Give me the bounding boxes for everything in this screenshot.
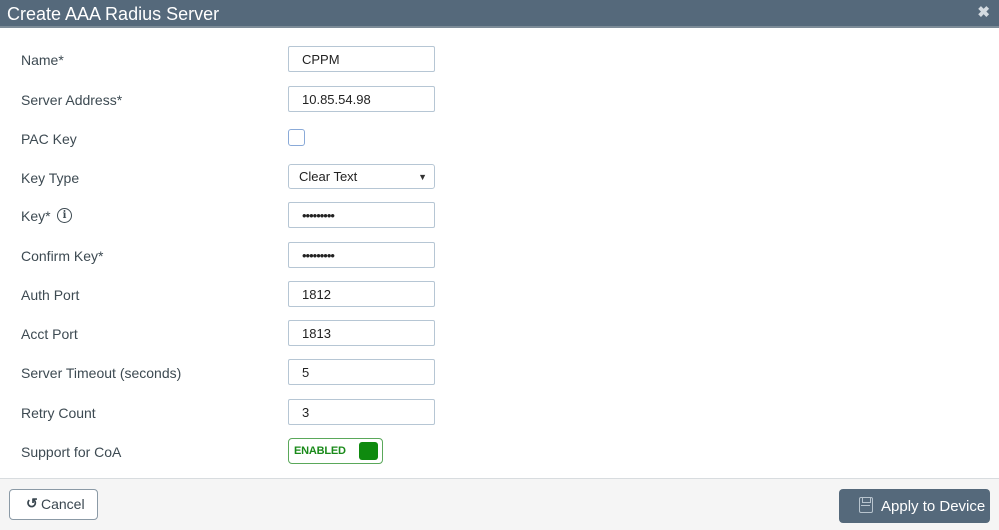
dialog-header: Create AAA Radius Server ✖ [0, 0, 999, 28]
form-row-server-timeout: Server Timeout (seconds) [0, 359, 999, 389]
key-type-selected-value: Clear Text [299, 169, 358, 184]
form-row-pac-key: PAC Key [0, 129, 999, 159]
form-row-key-type: Key Type Clear Text ▼ [0, 164, 999, 194]
form-row-auth-port: Auth Port [0, 281, 999, 311]
form-row-server-address: Server Address* [0, 86, 999, 116]
support-coa-label: Support for CoA [21, 444, 122, 460]
server-address-input[interactable] [288, 86, 435, 112]
undo-icon: ↺ [26, 495, 38, 511]
form-row-acct-port: Acct Port [0, 320, 999, 350]
name-input[interactable] [288, 46, 435, 72]
chevron-down-icon: ▼ [418, 172, 427, 182]
form-row-name: Name* [0, 46, 999, 76]
cancel-button-label: Cancel [41, 496, 85, 512]
auth-port-input[interactable] [288, 281, 435, 307]
support-coa-toggle[interactable]: ENABLED [288, 438, 383, 464]
key-input[interactable] [288, 202, 435, 228]
toggle-knob [359, 442, 378, 460]
key-type-label: Key Type [21, 170, 80, 186]
acct-port-input[interactable] [288, 320, 435, 346]
info-icon[interactable]: i [57, 208, 72, 223]
retry-count-label: Retry Count [21, 405, 96, 421]
form-row-key: Key* i [0, 202, 999, 232]
dialog-footer: ↺ Cancel Apply to Device [0, 478, 999, 530]
auth-port-label: Auth Port [21, 287, 80, 303]
form-row-support-coa: Support for CoA ENABLED [0, 438, 999, 468]
save-icon [859, 497, 873, 513]
name-label: Name* [21, 52, 64, 68]
pac-key-label: PAC Key [21, 131, 77, 147]
retry-count-input[interactable] [288, 399, 435, 425]
server-timeout-label: Server Timeout (seconds) [21, 365, 182, 381]
confirm-key-label: Confirm Key* [21, 248, 104, 264]
server-address-label: Server Address* [21, 92, 123, 108]
apply-to-device-button[interactable]: Apply to Device [839, 489, 990, 523]
key-label: Key* [21, 208, 51, 224]
cancel-button[interactable]: ↺ Cancel [9, 489, 98, 520]
server-timeout-input[interactable] [288, 359, 435, 385]
pac-key-checkbox[interactable] [288, 129, 305, 146]
acct-port-label: Acct Port [21, 326, 78, 342]
key-type-select[interactable]: Clear Text ▼ [288, 164, 435, 189]
form-row-confirm-key: Confirm Key* [0, 242, 999, 272]
confirm-key-input[interactable] [288, 242, 435, 268]
toggle-state-label: ENABLED [294, 445, 346, 457]
dialog-title: Create AAA Radius Server [7, 4, 220, 24]
close-icon[interactable]: ✖ [977, 4, 990, 22]
apply-button-label: Apply to Device [881, 498, 986, 515]
form-row-retry-count: Retry Count [0, 399, 999, 429]
